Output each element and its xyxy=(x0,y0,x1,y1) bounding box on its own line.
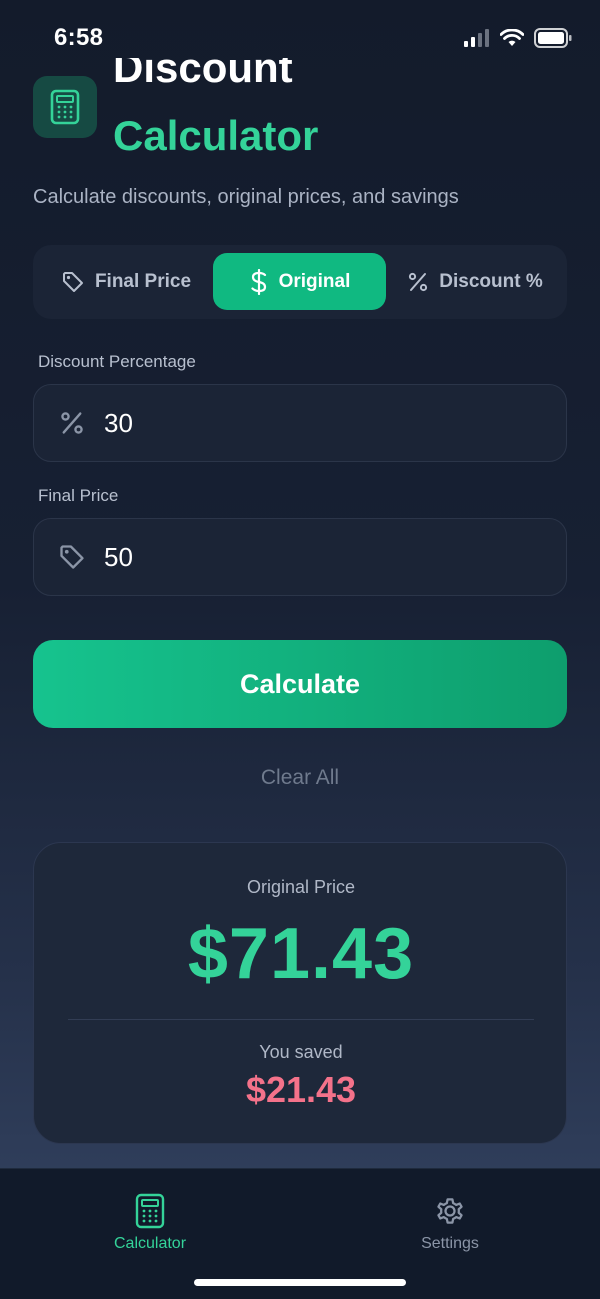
mode-tabs: Final Price Original Discount % xyxy=(33,245,567,319)
nav-calculator-label: Calculator xyxy=(113,1235,187,1252)
battery-icon xyxy=(534,28,572,48)
final-price-field[interactable]: 50 xyxy=(33,518,567,596)
header: Discount Calculator xyxy=(0,58,600,178)
status-icons xyxy=(464,28,572,48)
discount-percentage-field[interactable]: 30 xyxy=(33,384,567,462)
final-price-label: Final Price xyxy=(38,486,119,505)
wifi-icon xyxy=(500,29,524,46)
calculator-icon xyxy=(135,1193,165,1229)
result-value: $71.43 xyxy=(187,914,415,994)
tag-icon xyxy=(62,271,83,292)
page-title: Discount xyxy=(113,58,293,91)
result-label: Original Price xyxy=(246,877,356,897)
tab-discount-percent-label: Discount % xyxy=(439,270,543,292)
saved-value: $21.43 xyxy=(245,1069,357,1110)
page-title-accent: Calculator xyxy=(113,112,319,159)
nav-calculator[interactable]: Calculator xyxy=(60,1193,240,1253)
tab-original[interactable]: Original xyxy=(213,253,386,310)
tab-final-price-label: Final Price xyxy=(94,270,192,292)
tab-original-label: Original xyxy=(278,270,351,292)
calculate-button[interactable]: Calculate xyxy=(33,640,567,728)
tag-icon xyxy=(34,543,110,571)
status-time: 6:58 xyxy=(54,24,104,51)
nav-settings-label: Settings xyxy=(421,1235,479,1252)
app-logo xyxy=(33,76,97,138)
saved-label: You saved xyxy=(259,1042,343,1062)
signal-icon xyxy=(464,29,489,47)
result-card: Original Price $71.43 You saved $21.43 xyxy=(33,842,567,1144)
home-indicator[interactable] xyxy=(194,1279,406,1286)
result-divider xyxy=(68,1019,534,1020)
page-subtitle: Calculate discounts, original prices, an… xyxy=(33,186,459,208)
nav-settings[interactable]: Settings xyxy=(360,1193,540,1253)
gear-icon xyxy=(437,1198,463,1224)
calculator-icon xyxy=(50,89,80,125)
percent-icon xyxy=(34,410,110,436)
tab-final-price[interactable]: Final Price xyxy=(41,253,211,310)
discount-percentage-label: Discount Percentage xyxy=(38,352,196,371)
discount-percentage-value: 30 xyxy=(104,407,133,438)
dollar-icon xyxy=(250,268,266,295)
tab-discount-percent[interactable]: Discount % xyxy=(390,253,560,310)
final-price-value: 50 xyxy=(104,541,133,572)
percent-icon xyxy=(409,272,428,291)
clear-all-button[interactable]: Clear All xyxy=(0,766,600,790)
